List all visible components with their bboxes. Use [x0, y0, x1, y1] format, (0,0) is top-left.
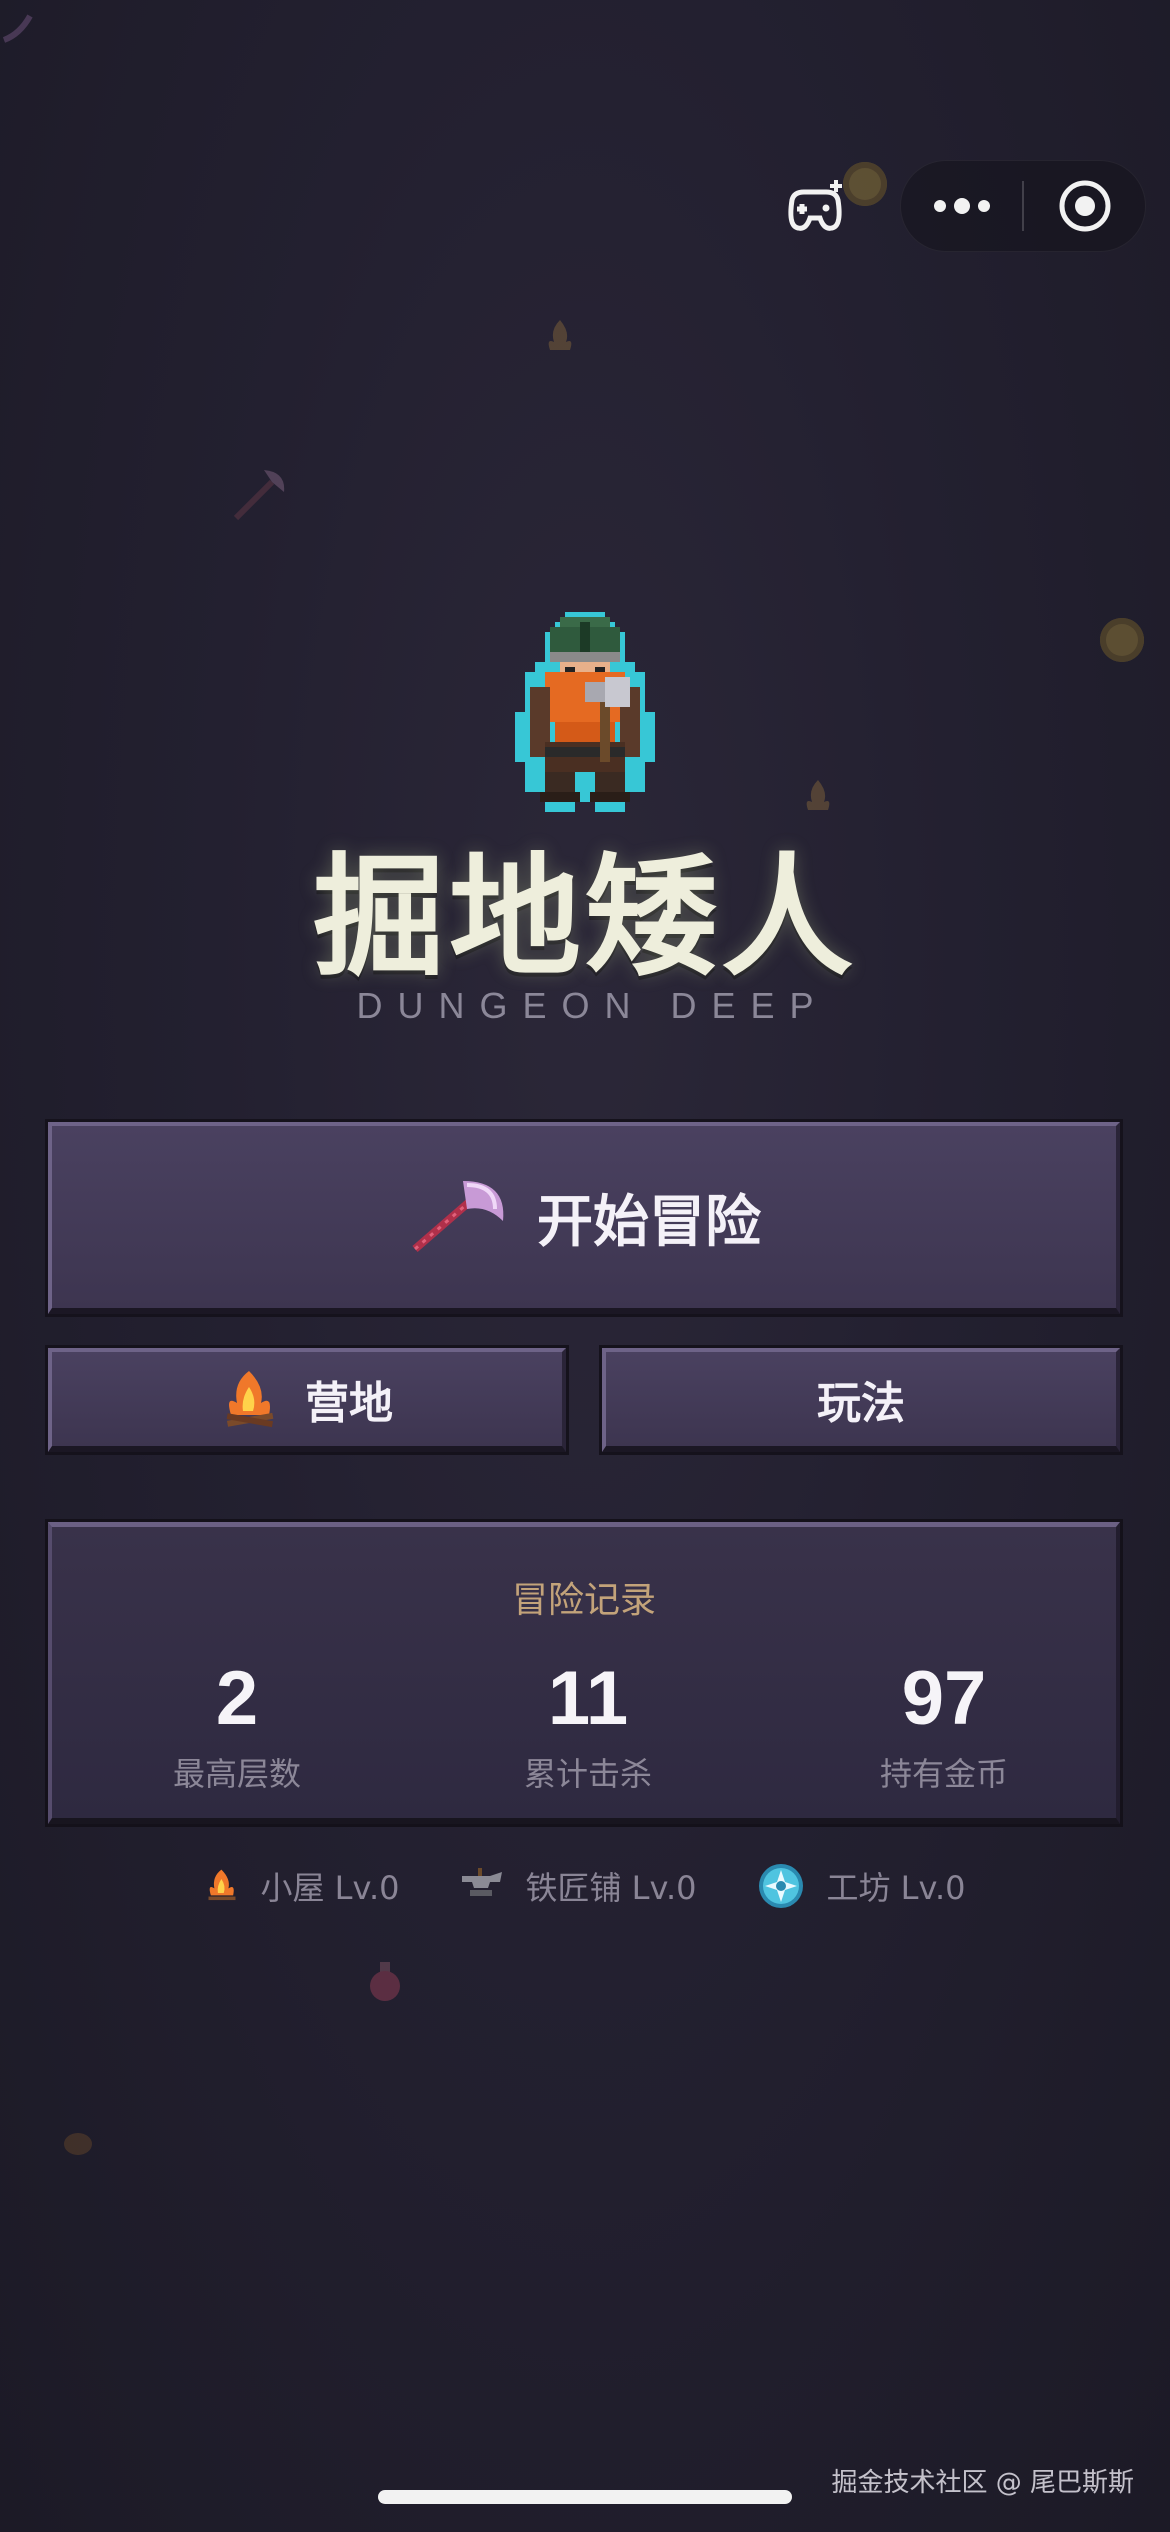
building-smithy: 铁匠铺 Lv.0 [460, 1863, 697, 1909]
gamepad-plus-icon [788, 180, 842, 231]
axe-icon [407, 1177, 511, 1257]
mini-program-capsule [900, 160, 1146, 252]
watermark-text: 掘金技术社区 @ 尾巴斯斯 [831, 2468, 1134, 2498]
background-fire-icon [548, 320, 572, 350]
stat-value: 2 [215, 1656, 259, 1741]
game-title: 掘地矮人 [313, 840, 857, 995]
background-coin [1100, 618, 1144, 662]
dwarf-warrior-sprite [515, 612, 655, 812]
more-menu-button[interactable] [901, 160, 1022, 252]
stat-value: 11 [547, 1656, 629, 1741]
adventure-record-title: 冒险记录 [511, 1580, 656, 1621]
stat-total-kills: 11 累计击杀 [418, 1657, 758, 1795]
close-mini-program-button[interactable] [1024, 160, 1145, 252]
game-center-button[interactable] [770, 168, 860, 244]
background-fire-icon [806, 780, 830, 810]
adventure-record-panel: 冒险记录 2 最高层数 11 累计击杀 97 持有金币 [48, 1522, 1120, 1824]
background-axe-icon [233, 470, 285, 521]
building-cabin: 小屋 Lv.0 [205, 1863, 400, 1909]
background-potion-icon [370, 1962, 400, 2001]
anvil-icon [461, 1868, 502, 1896]
camp-button[interactable]: 营地 [48, 1348, 566, 1452]
home-indicator[interactable] [378, 2490, 792, 2504]
buildings-row: 小屋 Lv.0 铁匠铺 Lv.0 工坊 Lv.0 [0, 1860, 1170, 1912]
background-item-icon [2, 14, 33, 43]
building-workshop: 工坊 Lv.0 [757, 1862, 966, 1910]
background-pot-icon [64, 2133, 92, 2155]
game-subtitle: DUNGEON DEEP [356, 985, 829, 1026]
target-circle-icon [1059, 180, 1110, 232]
building-label: 工坊 Lv.0 [826, 1869, 966, 1907]
stat-label: 最高层数 [172, 1755, 301, 1793]
workshop-gear-icon [758, 1864, 803, 1908]
stat-gold: 97 持有金币 [774, 1657, 1114, 1795]
how-to-play-button[interactable]: 玩法 [602, 1348, 1120, 1452]
building-label: 小屋 Lv.0 [260, 1869, 400, 1907]
how-to-play-label: 玩法 [817, 1378, 905, 1429]
start-adventure-button[interactable]: 开始冒险 [48, 1122, 1120, 1314]
stat-label: 持有金币 [879, 1755, 1008, 1793]
more-dots-icon [933, 198, 990, 214]
campfire-icon [208, 1869, 235, 1901]
campfire-icon [221, 1367, 279, 1431]
stat-label: 累计击杀 [523, 1755, 652, 1793]
stat-max-floor: 2 最高层数 [67, 1657, 407, 1795]
start-adventure-label: 开始冒险 [537, 1189, 761, 1255]
camp-label: 营地 [305, 1378, 393, 1429]
building-label: 铁匠铺 Lv.0 [525, 1869, 697, 1907]
stat-value: 97 [901, 1656, 987, 1741]
